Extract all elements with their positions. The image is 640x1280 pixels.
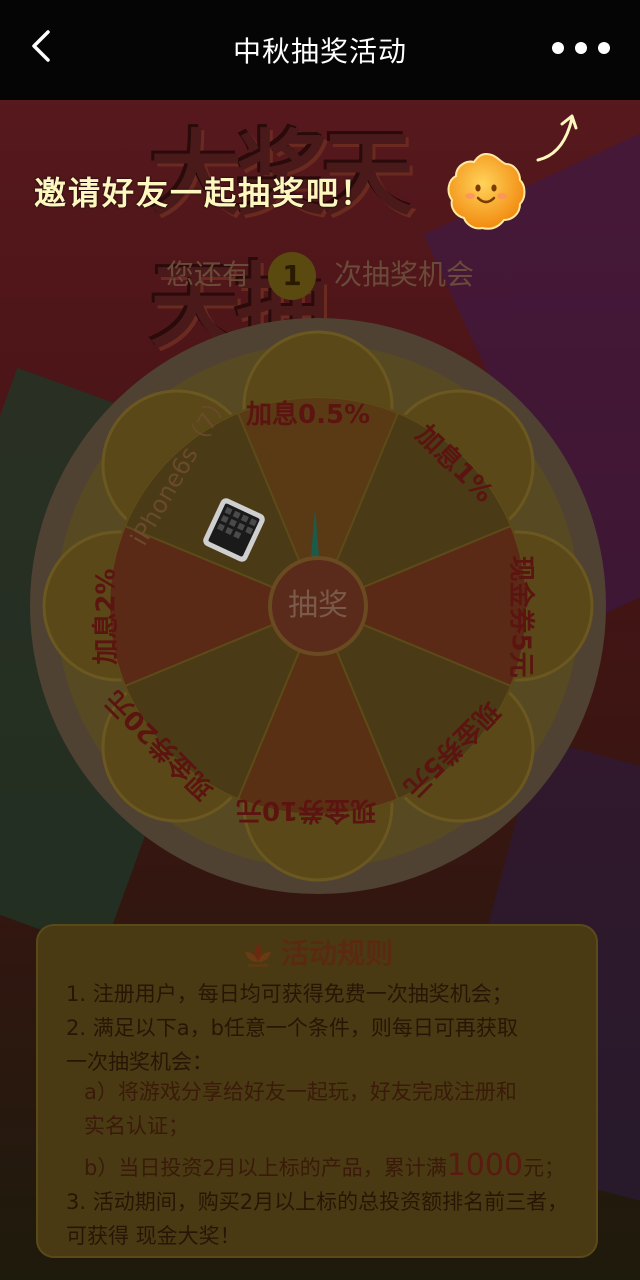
rule-text: 元；: [523, 1156, 566, 1180]
chances-prefix: 您还有: [165, 258, 250, 291]
pointer-arrow-icon: [536, 114, 578, 162]
chances-counter: 您还有 1 次抽奖机会: [0, 252, 640, 300]
dot: [598, 42, 610, 54]
prize-wheel: 加息0.5% 加息1% 现金券5元 现金券5元 现金券10元 现金券20元 加息…: [30, 318, 606, 894]
spin-button[interactable]: 抽奖: [268, 556, 368, 656]
app-header: 中秋抽奖活动: [0, 0, 640, 100]
chances-count: 1: [268, 252, 316, 300]
dot: [552, 42, 564, 54]
prize-label: 现金券5元: [505, 555, 536, 678]
mooncake-icon[interactable]: [444, 150, 528, 234]
prize-label: 现金券10元: [236, 795, 377, 825]
lottery-page: 大奖天天抽 邀请好友一起抽奖吧！ 您还有 1 次抽奖机会 加息0.5% 加息1%…: [0, 0, 640, 1280]
chances-suffix: 次抽奖机会: [334, 258, 475, 291]
rules-title: 活动规则: [280, 937, 393, 970]
rule-line: 3. 活动期间，购买2月以上标的总投资额排名前三者，: [66, 1190, 569, 1214]
rule-line: 实名认证；: [84, 1114, 189, 1138]
rule-amount: 1000: [446, 1148, 524, 1183]
rules-header: 活动规则: [38, 932, 596, 972]
rule-line: 2. 满足以下a，b任意一个条件，则每日可再获取: [66, 1016, 518, 1040]
rule-line: 一次抽奖机会：: [66, 1050, 213, 1074]
dot: [575, 42, 587, 54]
page-title: 中秋抽奖活动: [232, 35, 407, 68]
rule-line: 1. 注册用户，每日均可获得免费一次抽奖机会；: [66, 982, 513, 1006]
flower-icon: [244, 944, 271, 967]
prize-label: 加息0.5%: [246, 400, 371, 430]
invite-banner-text[interactable]: 邀请好友一起抽奖吧！: [34, 168, 374, 214]
more-dots-icon[interactable]: [552, 42, 610, 54]
prize-label: 加息2%: [91, 568, 122, 665]
rule-line: 可获得 现金大奖！: [66, 1224, 241, 1248]
rule-line: a）将游戏分享给好友一起玩，好友完成注册和: [84, 1080, 517, 1104]
rule-line-investment: b）当日投资2月以上标的产品，累计满1000元；: [84, 1148, 565, 1183]
rule-text: b）当日投资2月以上标的产品，累计满: [84, 1156, 447, 1180]
rules-panel: 活动规则 1. 注册用户，每日均可获得免费一次抽奖机会； 2. 满足以下a，b任…: [36, 924, 598, 1258]
